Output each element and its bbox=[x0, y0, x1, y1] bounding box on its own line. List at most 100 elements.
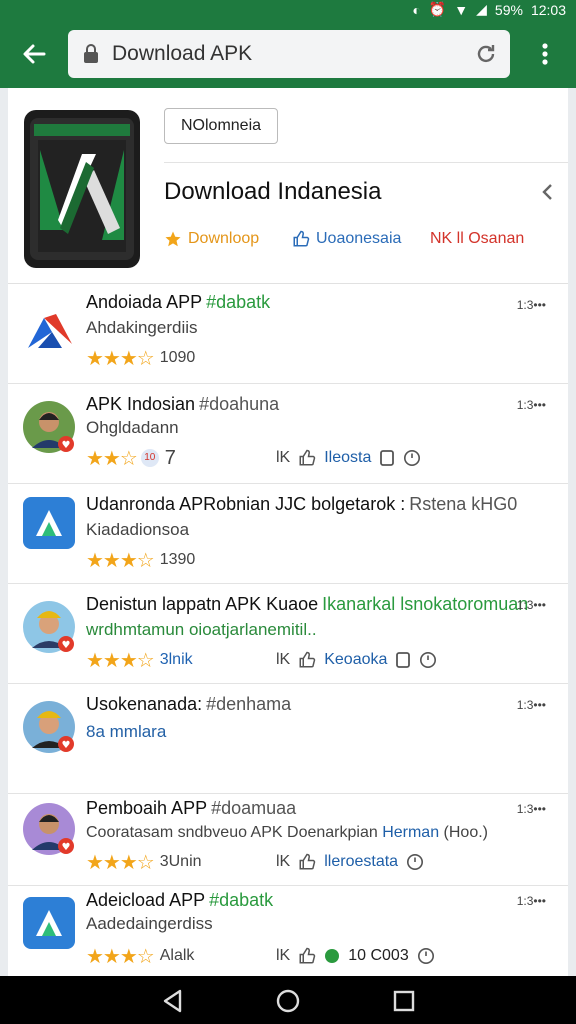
reload-icon[interactable] bbox=[474, 42, 498, 66]
rating-stars: ★★★☆ bbox=[86, 347, 155, 370]
rating-count: 1390 bbox=[159, 551, 196, 568]
clock-icon[interactable] bbox=[406, 853, 424, 871]
nav-recents-icon[interactable] bbox=[392, 989, 416, 1013]
app-screenshot-thumbnail[interactable] bbox=[24, 110, 140, 268]
item-subtitle: wrdhmtamun oioatjarlanemitil.. bbox=[86, 620, 317, 639]
wifi-icon: ▼ bbox=[454, 1, 469, 18]
svg-text:♥: ♥ bbox=[62, 640, 71, 651]
thumbs-up-icon[interactable] bbox=[298, 651, 316, 669]
address-text[interactable]: Download APK bbox=[112, 42, 252, 66]
timestamp: 1:3••• bbox=[516, 802, 546, 816]
item-meta: lK bbox=[276, 947, 291, 964]
item-tag: Rstena kHG0 bbox=[409, 494, 518, 514]
rating-count: 7 bbox=[164, 446, 176, 469]
star-icon bbox=[165, 231, 181, 247]
divider bbox=[164, 162, 568, 163]
clock-icon[interactable] bbox=[403, 449, 421, 467]
page-content: NOlomneia Download Indanesia Downloop Uo… bbox=[8, 88, 568, 976]
item-title: Andoiada APP bbox=[86, 292, 203, 312]
browser-toolbar: Download APK bbox=[0, 20, 576, 88]
list-item[interactable]: ♥ APK Indosian #doahuna 1:3••• Ohgldadann… bbox=[8, 384, 568, 484]
item-tag: #doahuna bbox=[199, 394, 280, 414]
badge-icon: 10 bbox=[140, 449, 159, 467]
nav-home-icon[interactable] bbox=[275, 988, 301, 1014]
thumbs-up-icon[interactable] bbox=[298, 449, 316, 467]
arrow-back-icon bbox=[23, 44, 46, 64]
clock: 12:03 bbox=[530, 1, 566, 18]
svg-text:♥: ♥ bbox=[62, 740, 71, 751]
list-item[interactable]: Adeicload APP #dabatk 1:3••• Aadedaingerd… bbox=[8, 886, 568, 976]
timestamp: 1:3••• bbox=[516, 398, 546, 412]
lock-icon bbox=[84, 44, 98, 63]
list-item[interactable]: ♥ Denistun lappatn APK Kuaoe Ikanarkal ls… bbox=[8, 584, 568, 684]
rating-count: 1090 bbox=[159, 349, 196, 366]
user-avatar: ♥ bbox=[23, 701, 75, 753]
download-action[interactable]: Downloop bbox=[164, 230, 259, 248]
item-subtitle: Ohgldadann bbox=[86, 418, 179, 437]
item-link[interactable]: 10 C003 bbox=[348, 947, 409, 965]
clock-icon[interactable] bbox=[419, 651, 437, 669]
overflow-menu-button[interactable] bbox=[530, 38, 560, 70]
subtitle-link[interactable]: Herman bbox=[382, 824, 439, 841]
item-title: Udanronda APRobnian ЈЈС bolgetarok : bbox=[86, 494, 406, 514]
green-badge-icon bbox=[325, 949, 340, 963]
item-tag: #dabatk bbox=[206, 292, 271, 312]
item-meta: lK bbox=[276, 449, 291, 466]
app-logo-blue-icon bbox=[23, 497, 75, 549]
rating-stars: ★★☆ bbox=[86, 447, 138, 470]
item-subtitle: Aadedaingerdiss bbox=[86, 914, 213, 933]
rating-stars: ★★★☆ bbox=[86, 851, 155, 874]
rating-count: 3Unin bbox=[159, 853, 202, 870]
chevron-left-icon[interactable] bbox=[538, 182, 558, 202]
app-logo-blue-icon bbox=[23, 897, 75, 949]
address-bar[interactable]: Download APK bbox=[68, 30, 510, 78]
subtitle-tail: (Hoo.) bbox=[443, 824, 488, 841]
alarm-icon: ⏰ bbox=[428, 1, 447, 17]
list-item[interactable]: Udanronda APRobnian ЈЈС bolgetarok : Rste… bbox=[8, 484, 568, 584]
item-subtitle: Ahdakingerdiis bbox=[86, 318, 198, 337]
back-button[interactable] bbox=[18, 38, 50, 70]
item-link[interactable]: Ileosta bbox=[324, 449, 371, 467]
item-subtitle: Kiadadionsoa bbox=[86, 520, 190, 539]
timestamp: 1:3••• bbox=[516, 698, 546, 712]
timestamp: 1:3••• bbox=[516, 298, 546, 312]
thumbs-up-icon bbox=[293, 230, 310, 247]
item-tag: #denhama bbox=[206, 694, 292, 714]
bookmark-icon[interactable] bbox=[379, 449, 395, 467]
svg-text:♥: ♥ bbox=[62, 440, 71, 451]
item-tag: #dabatk bbox=[209, 890, 274, 910]
item-meta: lK bbox=[276, 853, 291, 870]
download-action-label: Downloop bbox=[188, 230, 260, 247]
status-bar: ◐ ⏰ ▼ ◢ 59% 12:03 bbox=[0, 0, 576, 20]
like-action-label: Uoaonesaia bbox=[316, 230, 402, 247]
item-subtitle: 8a mmlara bbox=[86, 722, 167, 741]
list-item[interactable]: ♥ Usokenanada: #denhama 1:3••• 8a mmlara bbox=[8, 684, 568, 794]
region-chip[interactable]: NOlomneia bbox=[164, 108, 278, 144]
thumbs-up-icon[interactable] bbox=[298, 947, 316, 965]
app-logo-icon bbox=[30, 118, 134, 260]
rating-count: Alalk bbox=[159, 947, 195, 964]
nav-back-icon[interactable] bbox=[160, 988, 186, 1014]
rating-stars: ★★★☆ bbox=[86, 549, 155, 572]
report-action-label: NK ll Osanan bbox=[430, 230, 525, 247]
rating-stars: ★★★☆ bbox=[86, 945, 155, 968]
item-link[interactable]: Keoaoka bbox=[324, 651, 387, 669]
report-action[interactable]: NK ll Osanan bbox=[430, 230, 524, 248]
timestamp: 1:3••• bbox=[516, 598, 546, 612]
item-tag: Ikanarkal lsnokatoromuan bbox=[322, 594, 529, 614]
bookmark-icon[interactable] bbox=[395, 651, 411, 669]
list-item[interactable]: ♥ Pemboaih APP #doamuaa 1:3••• Cooratasam… bbox=[8, 794, 568, 886]
clock-icon[interactable] bbox=[417, 947, 435, 965]
user-avatar: ♥ bbox=[23, 401, 75, 453]
item-subtitle: Cooratasam sndbveuo APK Doenarkpian Herm… bbox=[86, 824, 488, 842]
user-avatar: ♥ bbox=[23, 803, 75, 855]
timestamp: 1:3••• bbox=[516, 894, 546, 908]
item-title: Denistun lappatn APK Kuaoe bbox=[86, 594, 319, 614]
list-item[interactable]: Andoiada APP #dabatk 1:3••• Ahdakingerdii… bbox=[8, 284, 568, 384]
item-title: APK Indosian bbox=[86, 394, 196, 414]
signal-icon: ◢ bbox=[476, 1, 487, 17]
thumbs-up-icon[interactable] bbox=[298, 853, 316, 871]
more-vert-icon bbox=[542, 43, 548, 65]
item-link[interactable]: lleroestata bbox=[324, 853, 398, 871]
like-action[interactable]: Uoaonesaia bbox=[292, 230, 401, 248]
